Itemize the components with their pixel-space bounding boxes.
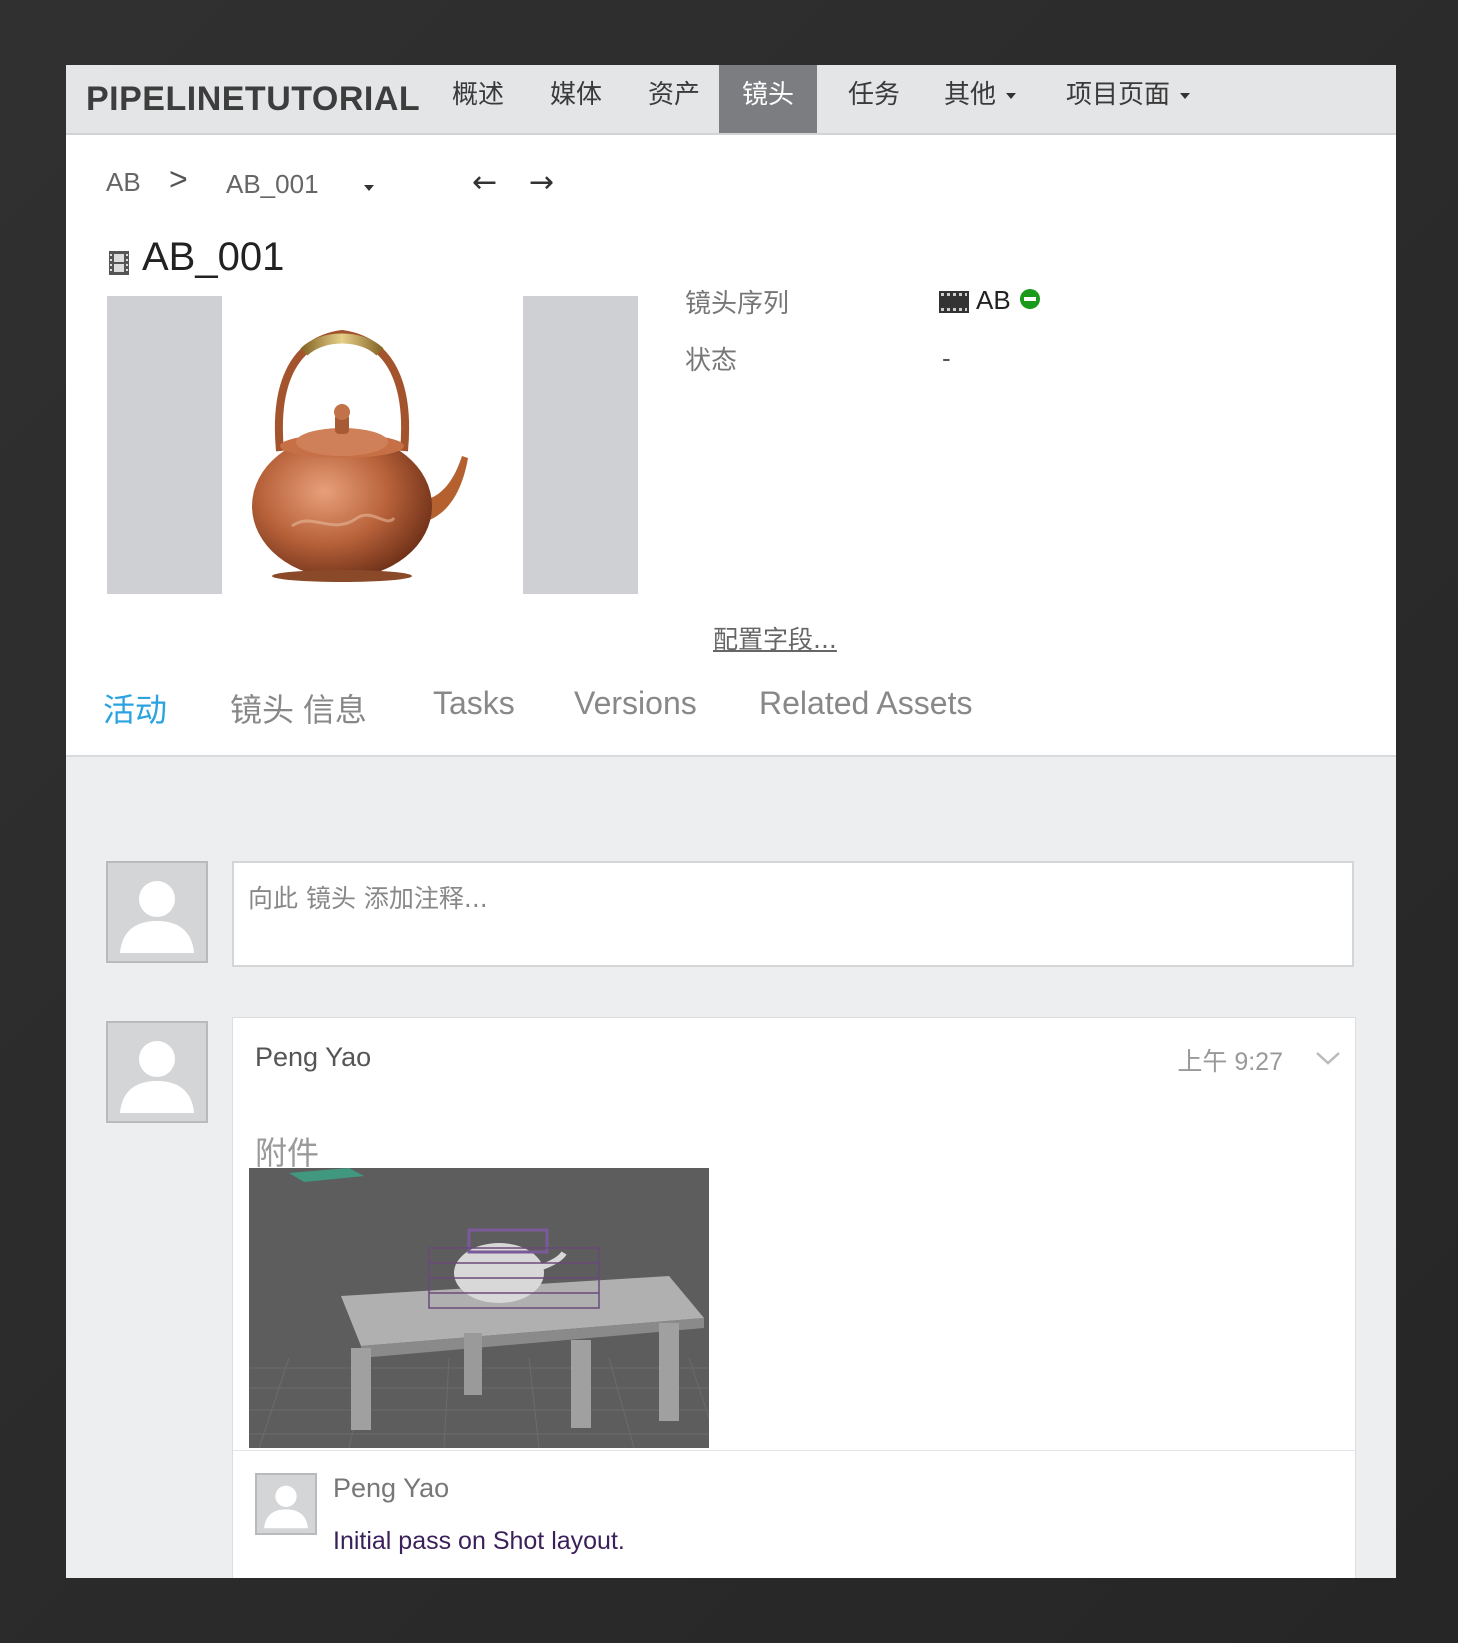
avatar: [255, 1473, 317, 1535]
chevron-down-icon: [1180, 92, 1190, 99]
configure-fields-link[interactable]: 配置字段...: [713, 620, 837, 656]
prev-shot-arrow-icon[interactable]: ←: [472, 165, 497, 200]
nav-item-other-label: 其他: [943, 80, 996, 110]
shot-thumbnail[interactable]: [107, 296, 638, 594]
teapot-image: [222, 296, 523, 594]
note-timestamp: 上午 9:27: [1177, 1048, 1283, 1076]
detail-tabs: 活动 镜头 信息 Tasks Versions Related Assets: [66, 665, 1396, 757]
tab-versions[interactable]: Versions: [574, 685, 697, 722]
breadcrumb-parent[interactable]: AB: [106, 167, 141, 198]
thumbnail-pad-right: [523, 296, 638, 594]
breadcrumb-dropdown-icon[interactable]: [364, 185, 374, 191]
tab-shot-info[interactable]: 镜头 信息: [230, 685, 367, 731]
avatar: [106, 861, 208, 963]
status-indicator-icon: [1020, 289, 1040, 309]
chevron-down-icon[interactable]: [1315, 1048, 1341, 1068]
status-field-value[interactable]: -: [942, 343, 951, 374]
nav-item-other[interactable]: 其他: [930, 65, 1030, 133]
nav-item-tasks[interactable]: 任务: [834, 65, 914, 133]
breadcrumb-separator: >: [169, 161, 188, 197]
thumbnail-pad-left: [107, 296, 222, 594]
top-navbar: PIPELINETUTORIAL 概述 媒体 资产 镜头 任务 其他 项目页面: [66, 65, 1396, 135]
sequence-field-label: 镜头序列: [685, 289, 790, 319]
film-frame-icon: [109, 251, 129, 275]
project-brand[interactable]: PIPELINETUTORIAL: [86, 65, 420, 133]
activity-stream: 向此 镜头 添加注释... Peng Yao 上午 9:27 附件 Peng Y…: [66, 757, 1396, 1578]
status-field-label: 状态: [685, 346, 738, 376]
nav-item-project-pages[interactable]: 项目页面: [1054, 65, 1202, 133]
nav-item-overview[interactable]: 概述: [438, 65, 518, 133]
shotgun-page: PIPELINETUTORIAL 概述 媒体 资产 镜头 任务 其他 项目页面 …: [66, 65, 1396, 1578]
note-input[interactable]: 向此 镜头 添加注释...: [232, 861, 1354, 967]
nav-item-media[interactable]: 媒体: [536, 65, 616, 133]
breadcrumb-current[interactable]: AB_001: [226, 169, 319, 200]
nav-item-assets[interactable]: 资产: [634, 65, 714, 133]
tab-tasks[interactable]: Tasks: [433, 685, 515, 722]
reply-comment: Peng Yao Initial pass on Shot layout.: [233, 1450, 1355, 1578]
tab-activity[interactable]: 活动: [103, 685, 167, 731]
sequence-film-icon: [939, 291, 969, 313]
chevron-down-icon: [1006, 92, 1016, 99]
sequence-field-value[interactable]: AB: [976, 285, 1011, 316]
reply-author[interactable]: Peng Yao: [333, 1473, 449, 1504]
tab-related-assets[interactable]: Related Assets: [759, 685, 972, 722]
next-shot-arrow-icon[interactable]: →: [529, 165, 554, 200]
note-author[interactable]: Peng Yao: [255, 1042, 371, 1073]
attachment-thumbnail[interactable]: [249, 1168, 709, 1448]
page-title: AB_001: [142, 235, 285, 279]
activity-note-card: Peng Yao 上午 9:27 附件 Peng Yao Initial pas…: [232, 1017, 1356, 1578]
avatar: [106, 1021, 208, 1123]
reply-text: Initial pass on Shot layout.: [333, 1527, 625, 1555]
user-silhouette-icon: [264, 1485, 308, 1529]
nav-item-shots[interactable]: 镜头: [719, 65, 817, 133]
user-silhouette-icon: [120, 881, 194, 953]
user-silhouette-icon: [120, 1041, 194, 1113]
nav-item-project-pages-label: 项目页面: [1065, 80, 1170, 110]
